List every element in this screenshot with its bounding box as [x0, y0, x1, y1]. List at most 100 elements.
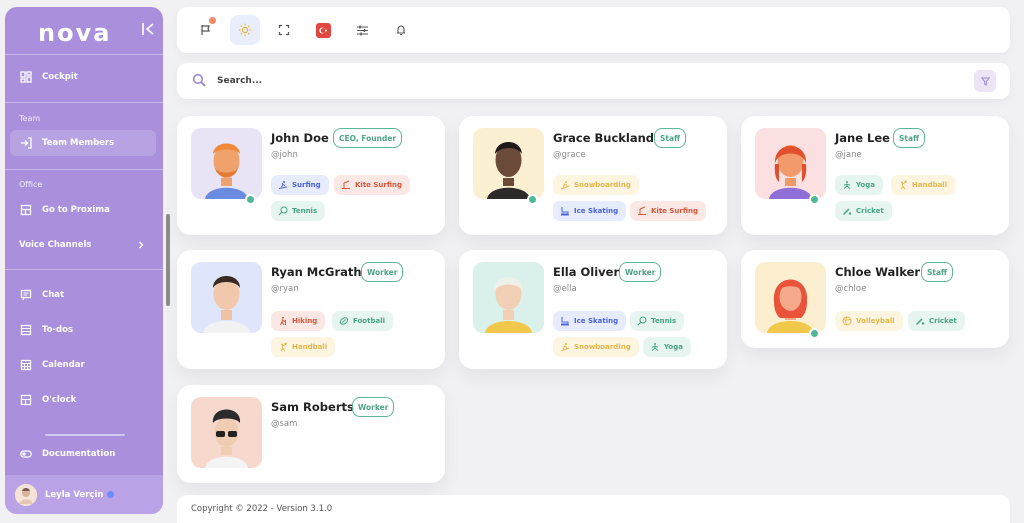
sidebar-item-cockpit[interactable]: Cockpit — [10, 64, 156, 90]
cricket-icon — [842, 206, 852, 216]
member-name: Ryan McGrath — [271, 265, 362, 279]
building-icon — [20, 204, 32, 216]
sidebar-item-oclock[interactable]: O'clock — [10, 387, 156, 413]
section-label-team: Team — [19, 114, 41, 123]
member-avatar — [473, 262, 544, 333]
ice-skating-icon — [560, 206, 570, 216]
member-card[interactable]: Ryan McGrath Worker @ryan Hiking Footbal… — [177, 250, 445, 369]
sidebar-divider — [5, 102, 163, 103]
tag-kite-surfing: Kite Surfing — [334, 175, 411, 195]
tag-cricket: Cricket — [908, 311, 965, 331]
bell-icon — [397, 25, 405, 36]
yoga-icon — [650, 342, 660, 352]
filter-button[interactable] — [974, 70, 996, 92]
sidebar-item-team-members[interactable]: Team Members — [10, 130, 156, 156]
member-name: Grace Buckland — [553, 131, 655, 145]
online-status-icon — [245, 194, 256, 205]
sidebar-item-documentation[interactable]: Documentation — [10, 441, 156, 467]
sidebar-item-todos[interactable]: To-dos — [10, 317, 156, 343]
member-name: Chloe Walker — [835, 265, 921, 279]
tag-kite-surfing: Kite Surfing — [630, 201, 707, 221]
tennis-icon — [278, 206, 288, 216]
sidebar-divider — [5, 169, 163, 170]
tag-volleyball: Volleyball — [835, 311, 903, 331]
member-card[interactable]: Jane Lee Staff @jane Yoga Handball Crick… — [741, 116, 1009, 235]
member-card[interactable]: Sam Roberts Worker @sam — [177, 385, 445, 483]
member-card[interactable]: Ella Oliver Worker @ella Ice Skating Ten… — [459, 250, 727, 369]
snowboarding-icon — [560, 342, 570, 352]
member-handle: @jane — [835, 150, 862, 160]
clock-icon — [20, 394, 32, 406]
cricket-icon — [915, 316, 925, 326]
top-toolbar — [177, 7, 1010, 53]
online-status-icon — [809, 328, 820, 339]
fullscreen-icon — [278, 24, 290, 36]
member-handle: @john — [271, 150, 298, 160]
role-badge: Worker — [619, 262, 662, 282]
yoga-icon — [842, 180, 852, 190]
fullscreen-button[interactable] — [269, 15, 299, 45]
verified-icon — [107, 491, 115, 498]
tennis-icon — [637, 316, 647, 326]
chevron-right-icon — [139, 241, 144, 249]
surfing-icon — [278, 180, 288, 190]
search-input[interactable] — [217, 72, 917, 90]
handball-icon — [278, 342, 288, 352]
current-user[interactable]: Leyla Verçin — [5, 475, 163, 514]
member-avatar — [755, 128, 826, 199]
member-card[interactable]: John Doe CEO, Founder @john Surfing Kite… — [177, 116, 445, 235]
flag-icon — [201, 25, 210, 35]
sidebar-item-label: Voice Channels — [19, 240, 92, 250]
volleyball-icon — [842, 316, 852, 326]
sidebar-item-label: To-dos — [42, 325, 74, 335]
snowboarding-icon — [560, 180, 570, 190]
sign-in-icon — [20, 137, 32, 149]
tag-tennis: Tennis — [271, 201, 326, 221]
flag-button[interactable] — [191, 15, 221, 45]
footer: Copyright © 2022 - Version 3.1.0 — [177, 495, 1010, 523]
online-status-icon — [809, 194, 820, 205]
member-handle: @sam — [271, 419, 298, 429]
member-avatar — [473, 128, 544, 199]
calendar-icon — [20, 359, 32, 371]
tag-surfing: Surfing — [271, 175, 329, 195]
member-avatar — [191, 262, 262, 333]
sidebar-item-voice-channels[interactable]: Voice Channels — [10, 232, 156, 258]
sidebar-item-chat[interactable]: Chat — [10, 282, 156, 308]
settings-button[interactable] — [347, 15, 377, 45]
language-button[interactable] — [308, 15, 338, 45]
sidebar-item-label: Go to Proxima — [42, 205, 110, 215]
sidebar-item-label: Chat — [42, 290, 65, 300]
tag-tennis: Tennis — [630, 311, 685, 331]
user-name: Leyla Verçin — [45, 489, 104, 500]
notification-badge — [209, 17, 216, 24]
member-name: Sam Roberts — [271, 400, 354, 414]
tag-ice-skating: Ice Skating — [553, 201, 627, 221]
role-badge: CEO, Founder — [333, 128, 403, 148]
sidebar-scrollbar[interactable] — [166, 214, 170, 306]
sidebar-divider — [5, 54, 163, 55]
tag-cricket: Cricket — [835, 201, 892, 221]
tag-hiking: Hiking — [271, 311, 326, 331]
online-status-icon — [527, 194, 538, 205]
theme-toggle-button[interactable] — [230, 15, 260, 45]
member-avatar — [191, 128, 262, 199]
sidebar-item-label: Documentation — [42, 449, 116, 459]
member-name: Ella Oliver — [553, 265, 620, 279]
notifications-button[interactable] — [386, 15, 416, 45]
member-name: John Doe — [271, 131, 329, 145]
tag-handball: Handball — [271, 337, 336, 357]
role-badge: Staff — [654, 128, 687, 148]
sidebar-item-calendar[interactable]: Calendar — [10, 352, 156, 378]
collapse-sidebar-icon[interactable] — [140, 21, 156, 37]
member-card[interactable]: Chloe Walker Staff @chloe Volleyball Cri… — [741, 250, 1009, 348]
tag-ice-skating: Ice Skating — [553, 311, 627, 331]
list-icon — [20, 324, 32, 336]
app-logo[interactable]: nova — [38, 19, 111, 47]
sidebar-divider — [45, 434, 125, 436]
kite-surfing-icon — [341, 180, 351, 190]
member-card[interactable]: Grace Buckland Staff @grace Snowboarding… — [459, 116, 727, 235]
kite-surfing-icon — [637, 206, 647, 216]
section-label-office: Office — [19, 180, 43, 189]
sidebar-item-go-to-proxima[interactable]: Go to Proxima — [10, 197, 156, 223]
